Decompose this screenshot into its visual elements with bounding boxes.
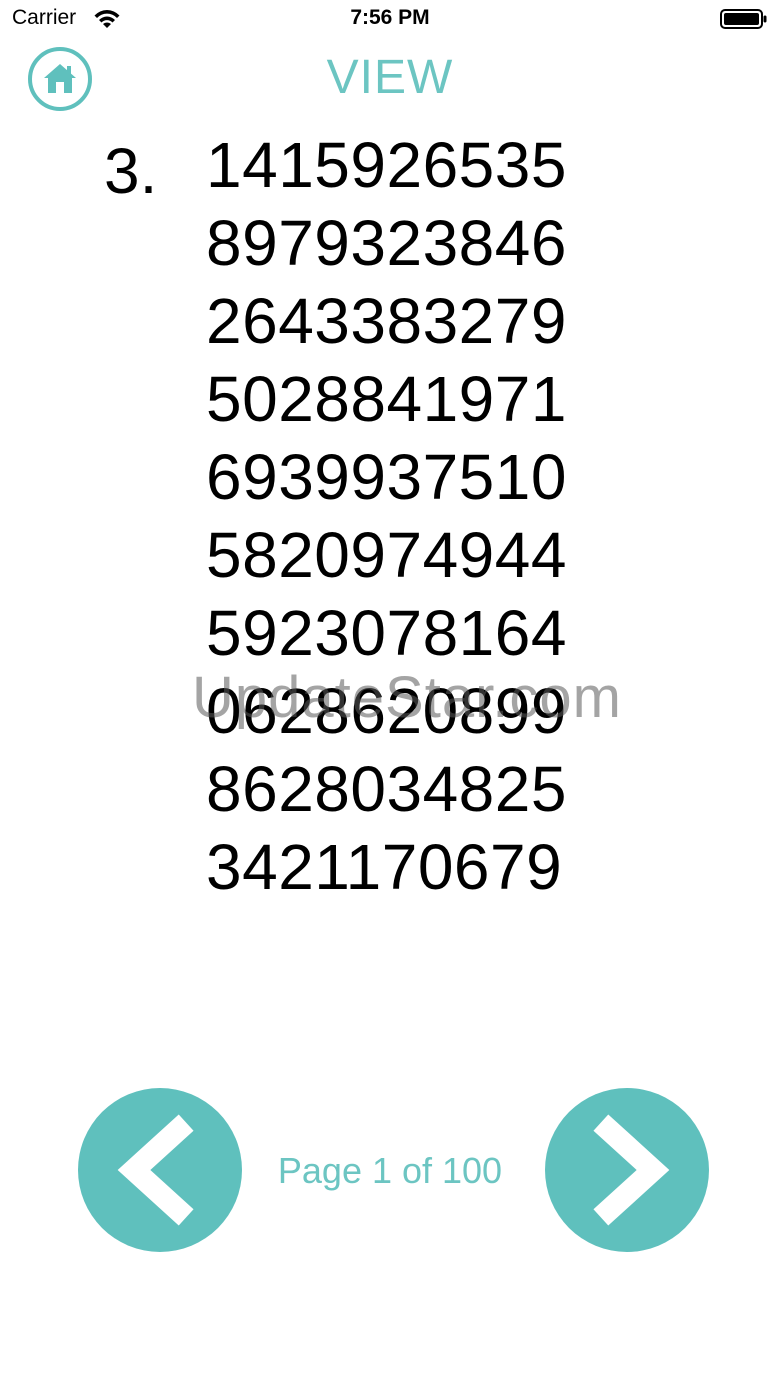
digit-row: 5923078164 [206,597,567,669]
battery-icon [720,9,767,29]
digits-prefix: 3. [104,135,158,207]
digit-row: 8628034825 [206,753,567,825]
digit-row: 5028841971 [206,363,567,435]
digit-row: 6939937510 [206,441,567,513]
digit-row: 2643383279 [206,285,567,357]
digits-block: 3. 1415926535 8979323846 2643383279 5028… [0,126,780,926]
chevron-right-icon [593,1114,670,1226]
digit-row: 3421170679 [206,831,563,903]
digit-row: 1415926535 [206,129,567,201]
digit-row: 8979323846 [206,207,567,279]
status-bar: Carrier 7:56 PM [0,0,780,40]
digit-row: 0628620899 [206,675,567,747]
next-page-button[interactable] [545,1088,709,1252]
digit-row: 5820974944 [206,519,567,591]
page-title: VIEW [326,51,454,104]
status-time: 7:56 PM [350,6,430,29]
